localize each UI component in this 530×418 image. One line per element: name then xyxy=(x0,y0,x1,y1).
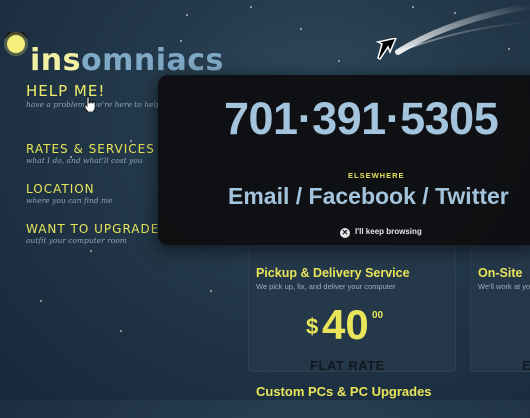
flat-rate-label: FLAT RATE xyxy=(310,358,385,373)
card-description: We'll work at yo xyxy=(478,282,530,291)
elsewhere-label: ELSEWHERE xyxy=(348,171,405,180)
nav-item-title: WANT TO UPGRADE xyxy=(26,222,160,236)
logo-wordmark: insomniacs xyxy=(30,43,224,78)
nav-item-rates-services[interactable]: RATES & SERVICES what I do, and what'll … xyxy=(26,142,155,166)
custom-pcs-title: Custom PCs & PC Upgrades xyxy=(256,384,432,399)
keep-browsing-button[interactable]: ✕ I'll keep browsing xyxy=(340,227,422,238)
nav-item-subtitle: outfit your computer room xyxy=(26,236,127,245)
nav-item-title: RATES & SERVICES xyxy=(26,142,155,156)
price-cents: 00 xyxy=(372,310,384,321)
on-site-card[interactable]: On-Site We'll work at yo E xyxy=(470,246,530,373)
card-description: We pick up, fix, and deliver your comput… xyxy=(256,282,396,291)
lamp-icon xyxy=(4,32,28,56)
hand-cursor-icon xyxy=(84,96,96,112)
card-title: Pickup & Delivery Service xyxy=(256,266,410,280)
close-circle-icon: ✕ xyxy=(340,228,350,238)
phone-number[interactable]: 701·391·5305 xyxy=(224,91,499,147)
keep-browsing-label: I'll keep browsing xyxy=(355,227,422,236)
flat-rate-label: E xyxy=(522,358,530,373)
nav-item-subtitle: what I do, and what'll cost you xyxy=(26,156,143,165)
site-logo[interactable]: insomniacs xyxy=(0,20,240,76)
nav-item-location[interactable]: LOCATION where you can find me xyxy=(26,182,113,206)
arrow-cursor-icon xyxy=(376,38,397,60)
price-amount: 40 xyxy=(322,301,369,348)
price-currency: $ xyxy=(306,314,319,339)
pickup-delivery-card[interactable]: Pickup & Delivery Service We pick up, fi… xyxy=(248,246,456,373)
nav-item-upgrade[interactable]: WANT TO UPGRADE outfit your computer roo… xyxy=(26,222,159,246)
contact-modal: 701·391·5305 ELSEWHERE Email / Facebook … xyxy=(158,75,530,245)
nav-item-subtitle: where you can find me xyxy=(26,196,113,205)
nav-item-title: LOCATION xyxy=(26,182,95,196)
card-title: On-Site xyxy=(478,266,523,280)
contact-links[interactable]: Email / Facebook / Twitter xyxy=(228,181,509,211)
